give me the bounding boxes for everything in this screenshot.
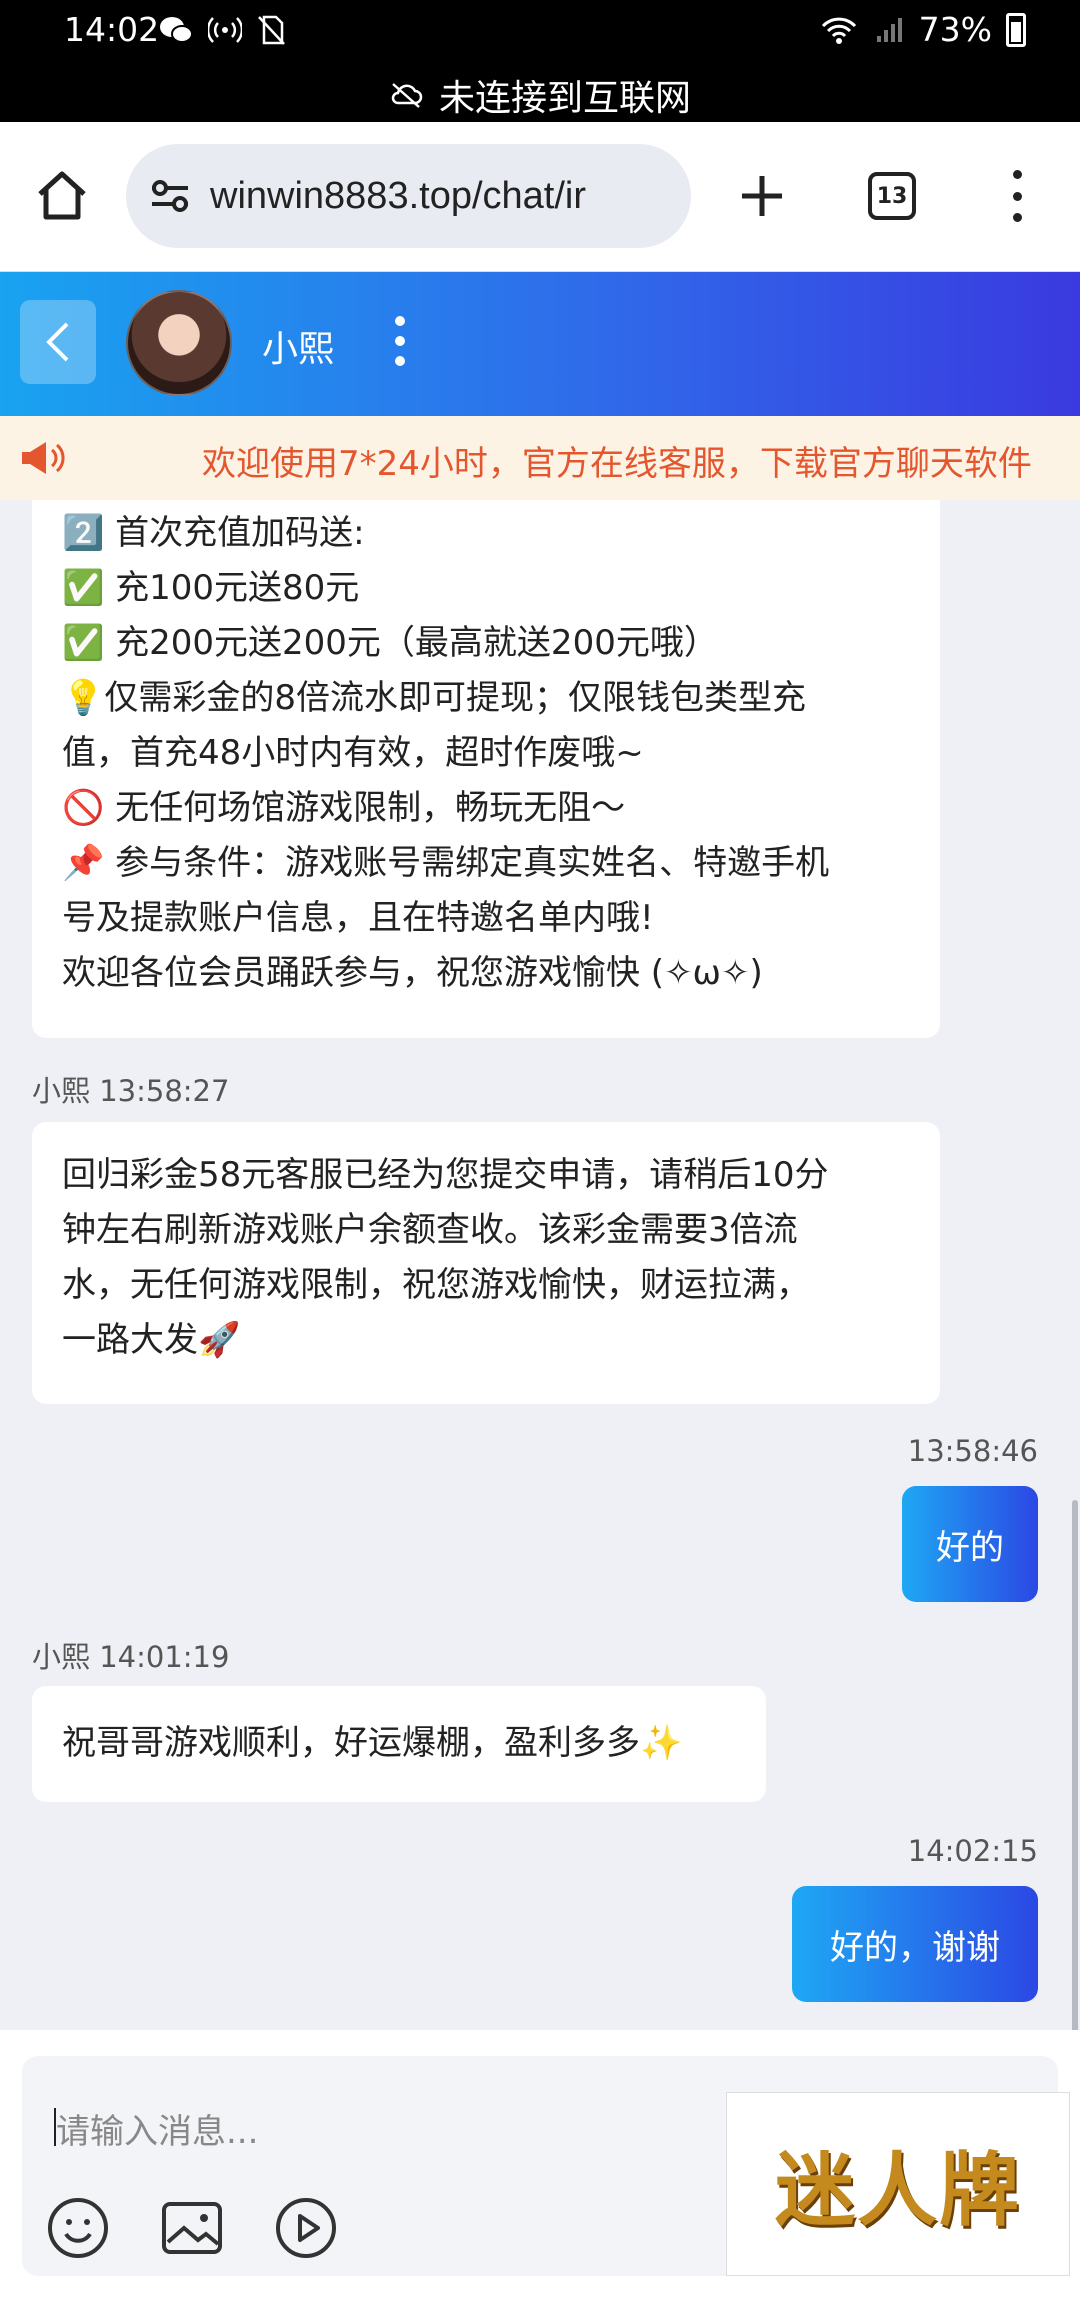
wifi-icon: [821, 17, 856, 44]
message-bubble-user: 好的，谢谢: [792, 1886, 1038, 2002]
back-icon: [46, 322, 69, 362]
home-icon[interactable]: [34, 168, 90, 224]
message-line: ✅ 充100元送80元: [62, 568, 360, 608]
message-bubble-agent: 2️⃣ 首次充值加码送: ✅ 充100元送80元 ✅ 充200元送200元（最高…: [32, 500, 940, 1038]
message-meta: 14:02:15: [907, 1834, 1038, 1868]
scrollbar[interactable]: [1072, 1500, 1078, 2040]
message-line: 回归彩金58元客服已经为您提交申请，请稍后10分: [62, 1155, 829, 1195]
video-icon[interactable]: [274, 2196, 338, 2260]
site-settings-icon[interactable]: [148, 178, 192, 214]
no-sim-icon: [258, 15, 285, 45]
message-line: 🚫 无任何场馆游戏限制，畅玩无阻～: [62, 788, 626, 828]
brand-logo-text: 迷人牌: [775, 2143, 1021, 2237]
megaphone-icon: [22, 442, 65, 474]
message-list[interactable]: 2️⃣ 首次充值加码送: ✅ 充100元送80元 ✅ 充200元送200元（最高…: [0, 500, 1080, 2030]
brand-logo: 迷人牌: [726, 2092, 1070, 2276]
message-line: 水，无任何游戏限制，祝您游戏愉快，财运拉满，: [62, 1265, 810, 1305]
avatar[interactable]: [126, 290, 232, 396]
message-line: 一路大发🚀: [62, 1320, 241, 1360]
battery-icon: [1006, 12, 1026, 47]
message-text: 好的，谢谢: [830, 1927, 1000, 1968]
message-line: 💡仅需彩金的8倍流水即可提现；仅限钱包类型充: [62, 678, 806, 718]
tab-switcher-icon[interactable]: 13: [868, 172, 916, 220]
emoji-icon[interactable]: [46, 2196, 110, 2260]
new-tab-icon[interactable]: [738, 172, 786, 220]
wechat-icon: [160, 17, 193, 43]
message-bubble-user: 好的: [902, 1486, 1038, 1602]
offline-banner: 未连接到互联网: [0, 68, 1080, 122]
address-bar[interactable]: winwin8883.top/chat/ir: [126, 144, 691, 248]
message-bubble-agent: 回归彩金58元客服已经为您提交申请，请稍后10分 钟左右刷新游戏账户余额查收。该…: [32, 1122, 940, 1404]
message-line: 祝哥哥游戏顺利，好运爆棚，盈利多多✨: [62, 1723, 683, 1763]
more-vert-icon[interactable]: [390, 316, 410, 366]
message-line: 欢迎各位会员踊跃参与，祝您游戏愉快 (✧ω✧): [62, 953, 763, 993]
notice-text: 欢迎使用7*24小时，官方在线客服，下载官方聊天软件: [202, 444, 1032, 484]
tab-count: 13: [876, 183, 908, 209]
status-system-icons: 73%: [819, 10, 1026, 49]
message-text: 好的: [936, 1527, 1004, 1568]
offline-text: 未连接到互联网: [438, 78, 691, 119]
image-icon[interactable]: [160, 2196, 224, 2260]
message-bubble-agent: 祝哥哥游戏顺利，好运爆棚，盈利多多✨: [32, 1686, 766, 1802]
status-bar: 14:02 73%: [0, 0, 1080, 68]
cloud-off-icon: [391, 83, 423, 108]
chat-header: 小熙: [0, 272, 1080, 416]
message-line: ✅ 充200元送200元（最高就送200元哦）: [62, 623, 718, 663]
browser-menu-icon[interactable]: [1000, 170, 1034, 222]
hotspot-icon: [208, 17, 242, 43]
url-text[interactable]: winwin8883.top/chat/ir: [210, 175, 586, 218]
message-line: 钟左右刷新游戏账户余额查收。该彩金需要3倍流: [62, 1210, 798, 1250]
message-input-placeholder: 请输入消息...: [56, 2112, 259, 2152]
message-line: 值，首充48小时内有效，超时作废哦~: [62, 733, 644, 773]
message-line: 📌 参与条件：游戏账号需绑定真实姓名、特邀手机: [62, 843, 830, 883]
status-time: 14:02: [64, 10, 160, 49]
signal-icon: [876, 17, 902, 42]
message-line: 2️⃣ 首次充值加码送:: [62, 513, 365, 553]
contact-name: 小熙: [262, 329, 335, 370]
message-meta: 小熙 13:58:27: [32, 1074, 230, 1108]
message-meta: 13:58:46: [907, 1434, 1038, 1468]
notice-bar: 欢迎使用7*24小时，官方在线客服，下载官方聊天软件: [0, 416, 1080, 500]
message-line: 号及提款账户信息，且在特邀名单内哦!: [62, 898, 654, 938]
browser-toolbar: winwin8883.top/chat/ir 13: [0, 122, 1080, 272]
status-notification-icons: [158, 14, 286, 46]
battery-percent: 73%: [918, 10, 992, 49]
back-button[interactable]: [20, 300, 96, 384]
message-meta: 小熙 14:01:19: [32, 1640, 230, 1674]
